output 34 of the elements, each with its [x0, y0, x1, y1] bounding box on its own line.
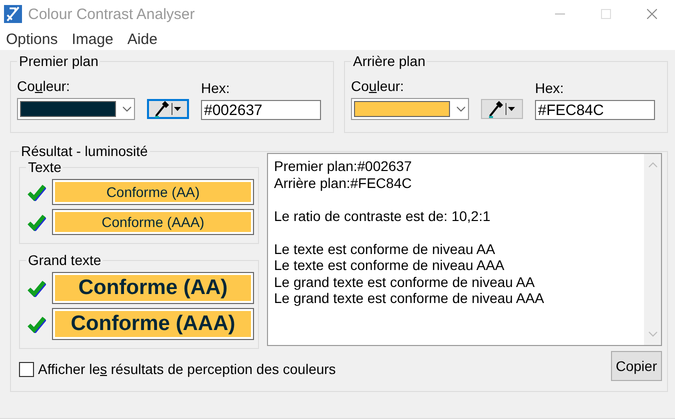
- eyedropper-button[interactable]: [481, 99, 523, 119]
- report-line: Le grand texte est conforme de niveau AAA: [274, 290, 546, 306]
- hex-input[interactable]: #002637: [201, 100, 321, 120]
- report-line: Le grand texte est conforme de niveau AA: [274, 274, 536, 290]
- menu-item[interactable]: Image: [72, 30, 114, 48]
- report-line: Le ratio de contraste est de: 10,2:1: [274, 208, 492, 224]
- hex-input[interactable]: #FEC84C: [535, 100, 655, 120]
- group-title: Résultat - luminosité: [20, 143, 149, 159]
- window-title: Colour Contrast Analyser: [28, 6, 195, 22]
- report-line: Le texte est conforme de niveau AAA: [274, 257, 506, 274]
- group-title: Arrière plan: [352, 53, 426, 69]
- field-label: Couleur:: [17, 77, 71, 95]
- result-label: Conforme (AAA): [52, 209, 254, 235]
- report-line: Premier plan:#002637: [274, 158, 413, 174]
- result-label: Conforme (AA): [52, 179, 254, 205]
- eyedropper-button[interactable]: [147, 99, 189, 119]
- group-title: Texte: [27, 159, 62, 175]
- report-line: Arrière plan:#FEC84C: [274, 174, 413, 191]
- copy-button[interactable]: Copier: [610, 351, 662, 381]
- group-title: Grand texte: [27, 252, 102, 268]
- result-label: Conforme (AAA): [52, 308, 254, 340]
- field-label: Hex:: [535, 79, 565, 97]
- report-line: Le texte est conforme de niveau AA: [274, 240, 496, 257]
- result-label: Conforme (AA): [52, 272, 254, 304]
- perception-checkbox[interactable]: Afficher les résultats de perception des couleurs: [19, 361, 336, 377]
- field-label: Couleur:: [351, 77, 405, 95]
- chevron-down-icon: [122, 106, 132, 112]
- chevron-down-icon: [456, 106, 466, 112]
- menu-item[interactable]: Options: [6, 30, 58, 48]
- colour-dropdown[interactable]: [17, 98, 135, 120]
- app-icon: [4, 5, 22, 23]
- group-title: Premier plan: [18, 53, 100, 69]
- field-label: Hex:: [201, 79, 231, 97]
- menu-item[interactable]: Aide: [127, 30, 158, 48]
